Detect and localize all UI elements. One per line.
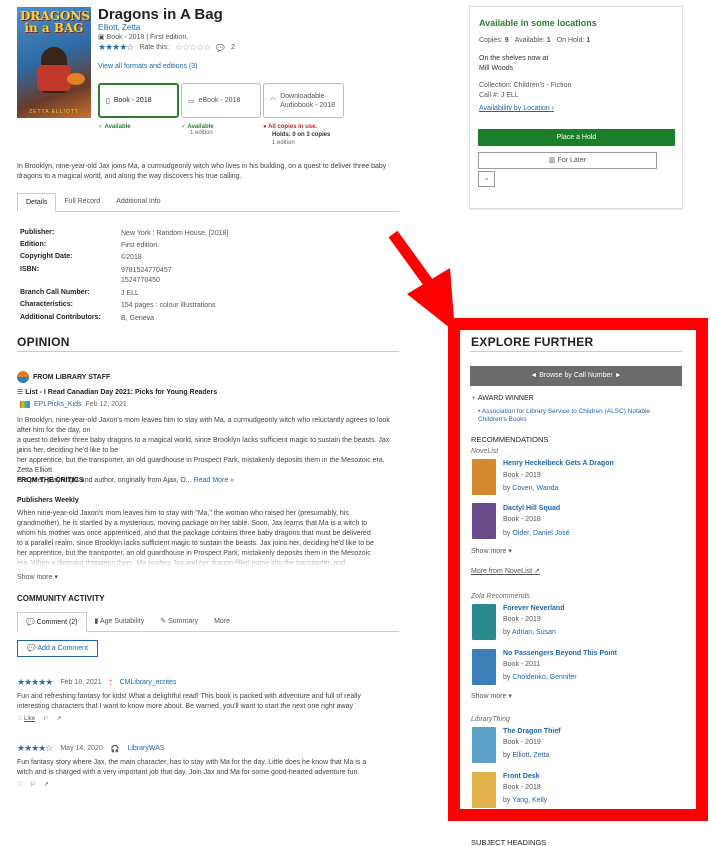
critic-source: Publishers Weekly (17, 497, 79, 504)
format-line: ▣ Book - 2018 | First edition. (98, 34, 189, 41)
comment-text: Fun fantasy story where Jax, the main ch… (17, 759, 367, 776)
list-icon: ☰ (17, 389, 24, 396)
chevron-right-icon: › (551, 105, 554, 112)
red-highlight-frame (448, 318, 708, 821)
user-avatar-icon (20, 401, 30, 408)
flag-icon[interactable]: ⚐ (30, 781, 35, 788)
format-book-status: ✓ Available (98, 124, 131, 130)
add-comment-button[interactable]: 💬 Add a Comment (17, 640, 98, 657)
comment-rating-stars: ★★★★★ (17, 677, 53, 687)
average-rating-stars: ★★★★☆ (98, 42, 134, 52)
collection-info: Collection: Children's - Fiction Call #:… (479, 82, 572, 99)
community-tabs: 💬 Comment (2) ▮ Age Suitability ✎ Summar… (17, 612, 399, 632)
tab-full-record[interactable]: Full Record (56, 193, 108, 211)
comment-bubble-icon: 💬 (216, 44, 225, 52)
shelves-info: On the shelves now at Mill Woods (479, 55, 549, 72)
detail-tabs: Details Full Record Additional Info (17, 193, 399, 212)
external-link-icon[interactable]: ↗ (17, 447, 23, 455)
cover-author: ZETTA ELLIOTT (29, 109, 79, 115)
format-audiobook-status: ● All copies in use. Holds: 0 on 3 copie… (263, 124, 331, 146)
pencil-icon: ✎ (160, 618, 167, 625)
availability-by-location-link[interactable]: Availability by Location › (479, 105, 554, 112)
comment-rating-stars: ★★★★☆ (17, 743, 53, 753)
comment-icon: 💬 (26, 619, 35, 626)
read-more-link[interactable]: Read More » (194, 477, 234, 484)
staff-list-link[interactable]: I Read Canadian Day 2021: Picks for Youn… (44, 389, 217, 396)
tablet-icon: ▭ (188, 97, 195, 105)
comment-actions: ♡ Like ⚐ ↗ (17, 715, 61, 722)
comment-header: ★★★★★ Feb 18, 2021 🕯 CMLibrary_ecrites (17, 677, 177, 687)
external-link-icon[interactable]: ↗ (44, 781, 49, 788)
divider (17, 351, 399, 352)
staff-list-meta: EPLPicks_Kids Feb 12, 2021 (20, 401, 127, 408)
tab-more[interactable]: More (206, 612, 238, 631)
place-hold-button[interactable]: Place a Hold (478, 129, 675, 146)
format-audiobook[interactable]: ◠ Downloadable Audiobook - 2018 (263, 83, 344, 118)
staff-list-row: ☰ List - I Read Canadian Day 2021: Picks… (17, 389, 218, 396)
external-link-icon[interactable]: ↗ (56, 715, 61, 722)
for-later-button[interactable]: ▥ For Later (478, 152, 657, 169)
comment-user-link[interactable]: LibraryWAS (127, 745, 164, 752)
staff-icon (17, 371, 29, 383)
user-avatar-icon: 🎧 (110, 745, 120, 753)
shelf-dropdown-button[interactable]: ⌄ (478, 171, 495, 187)
tab-additional-info[interactable]: Additional Info (108, 193, 168, 211)
copies-row: Copies: 9 Available: 1 On Hold: 1 (479, 37, 591, 44)
view-all-formats-link[interactable]: View all formats and editions (3) (98, 63, 197, 70)
from-staff-row: FROM LIBRARY STAFF (17, 371, 110, 383)
rating-row: ★★★★☆ Rate this: ☆☆☆☆☆ 💬 2 (98, 42, 235, 53)
chart-icon: ▮ (94, 618, 99, 625)
availability-status: Available in some locations (479, 18, 597, 28)
rate-this-label: Rate this: (139, 44, 169, 51)
book-cover[interactable]: DRAGONS in a BAG ZETTA ELLIOTT (17, 7, 91, 118)
branch-name: Mill Woods (479, 65, 514, 72)
critic-review-text: When nine-year-old Jaxon's mom leaves hi… (17, 510, 374, 567)
tab-summary[interactable]: ✎ Summary (152, 612, 206, 631)
tab-details[interactable]: Details (17, 193, 57, 212)
book-icon: ▣ (98, 34, 105, 41)
book-icon: ▯ (106, 97, 110, 105)
format-book[interactable]: ▯ Book - 2018 (98, 83, 179, 118)
staff-user-link[interactable]: EPLPicks_Kids (34, 401, 81, 408)
tab-comments[interactable]: 💬 Comment (2) (17, 612, 87, 632)
subject-headings-heading: SUBJECT HEADINGS (471, 838, 547, 846)
contributor-link[interactable]: B, Geneva (121, 314, 154, 324)
comment-header: ★★★★☆ May 14, 2020 🎧 LibraryWAS (17, 743, 165, 753)
comment-text: Fun and refreshing fantasy for kids! Wha… (17, 693, 361, 710)
rate-this-stars[interactable]: ☆☆☆☆☆ (175, 42, 211, 53)
book-title: Dragons in A Bag (98, 6, 223, 23)
book-description: In Brooklyn, nine-year-old Jax joins Ma,… (17, 163, 387, 180)
headphones-icon: ◠ (270, 97, 277, 104)
format-ebook[interactable]: ▭ eBook - 2018 (181, 83, 261, 118)
comment-actions: ♡ ⚐ ↗ (17, 781, 49, 788)
like-button[interactable]: ♡ Like (17, 715, 35, 722)
show-more-critics[interactable]: Show more ▾ (17, 573, 58, 581)
from-critics-heading: FROM THE CRITICS (17, 477, 84, 484)
user-avatar-icon: 🕯 (109, 678, 112, 686)
like-icon[interactable]: ♡ (17, 781, 22, 788)
comment-user-link[interactable]: CMLibrary_ecrites (120, 679, 177, 686)
author-link[interactable]: Elliott, Zetta (98, 23, 140, 32)
shelf-icon: ▥ (549, 157, 556, 164)
staff-review-text: In Brooklyn, nine-year-old Jaxon's mom l… (17, 417, 390, 484)
comment-count: 2 (230, 44, 235, 51)
community-heading: COMMUNITY ACTIVITY (17, 594, 105, 603)
format-ebook-status: ✓ Available 1 edition (181, 124, 214, 136)
opinion-heading: OPINION (17, 335, 70, 349)
flag-icon[interactable]: ⚐ (43, 715, 48, 722)
comment-icon: 💬 (27, 645, 36, 652)
tab-age-suitability[interactable]: ▮ Age Suitability (87, 612, 153, 631)
cover-title: DRAGONS in a BAG (20, 9, 91, 35)
